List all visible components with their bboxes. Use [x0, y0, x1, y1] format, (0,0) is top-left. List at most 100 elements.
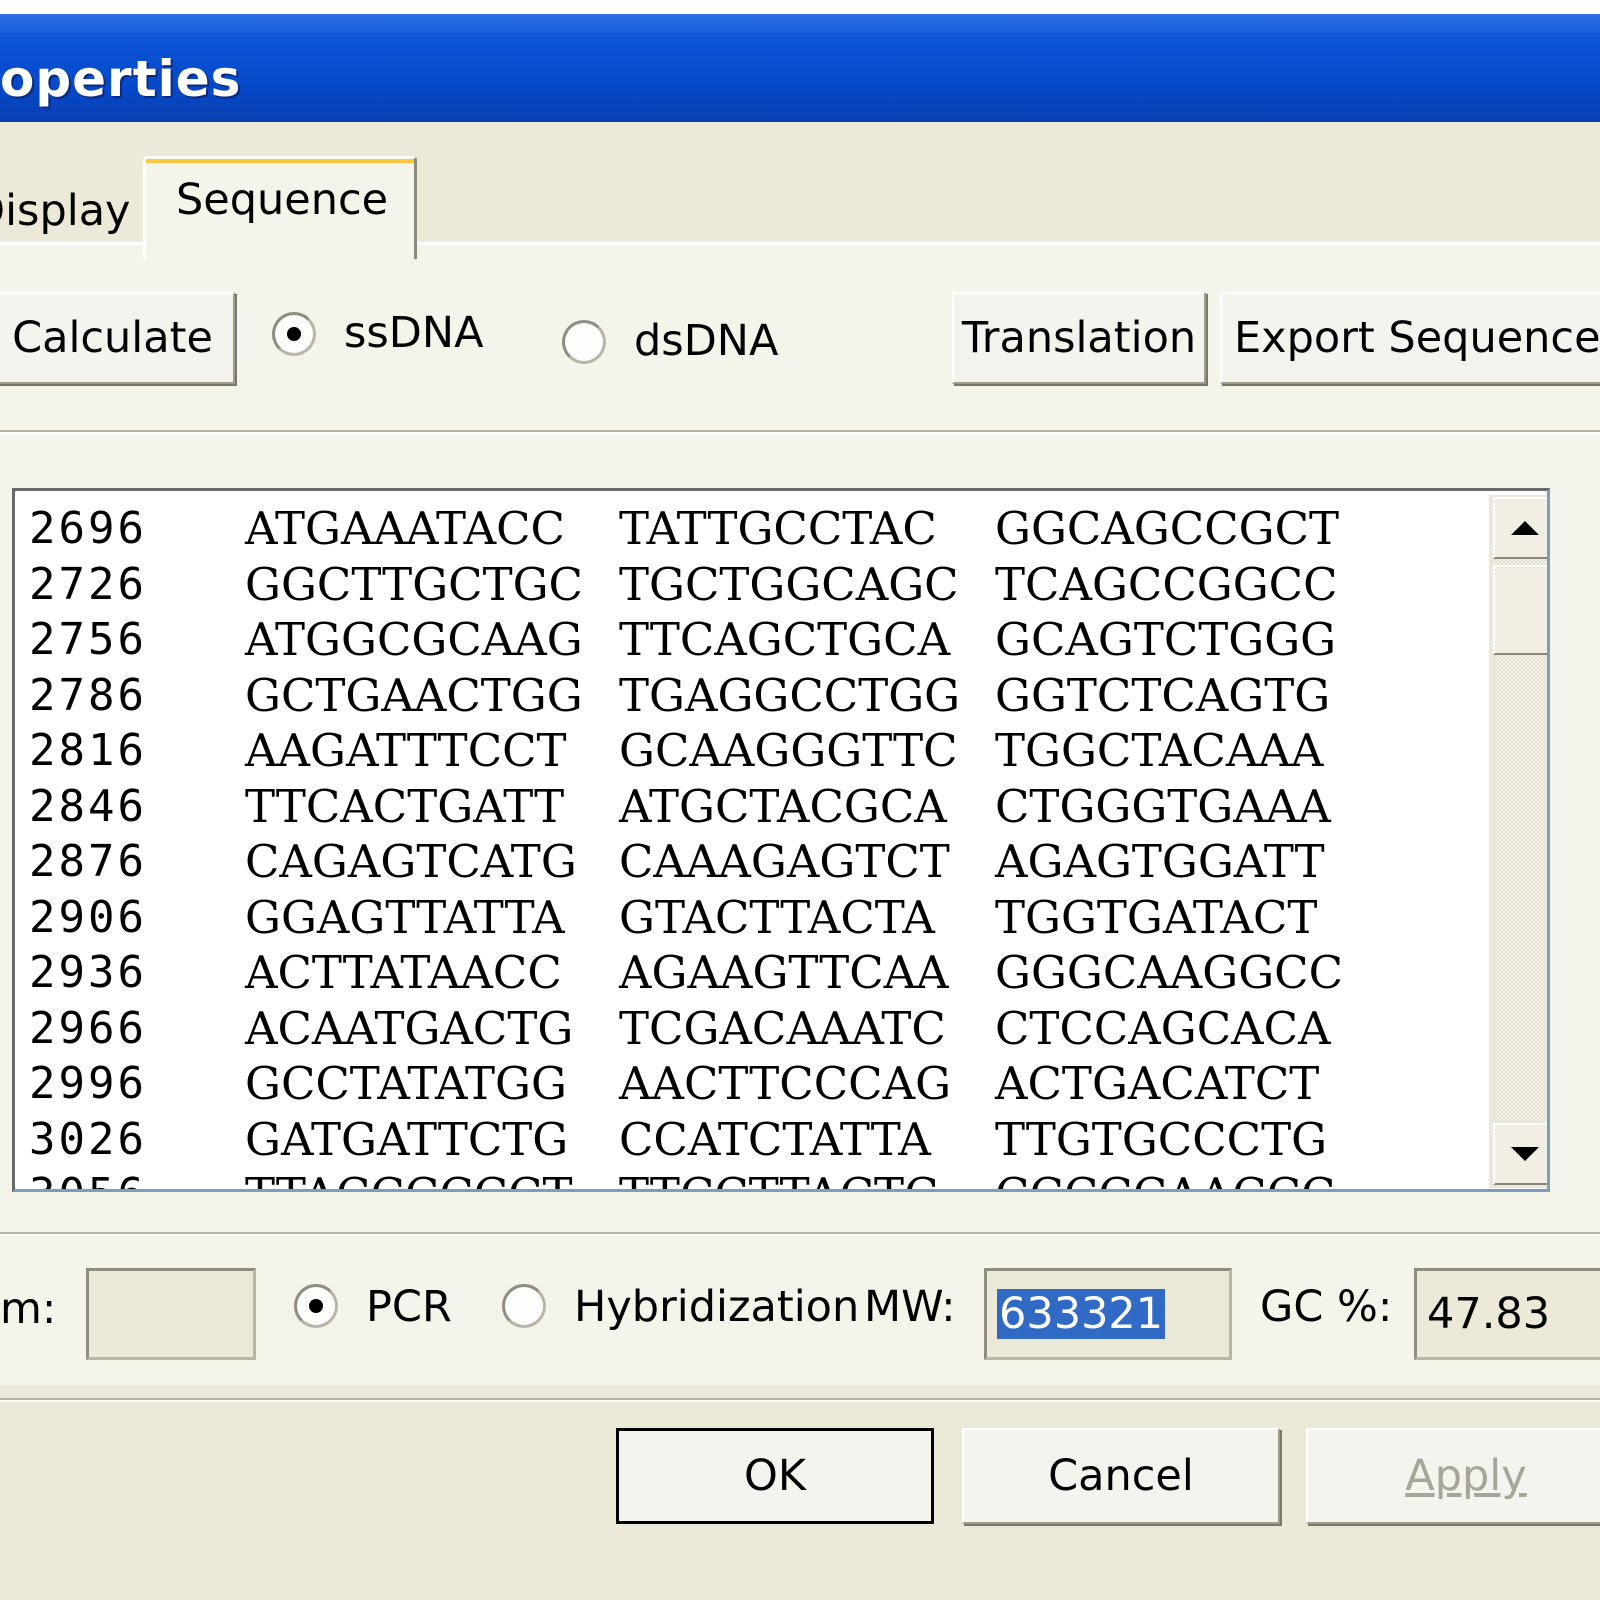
row-position: 2726 — [29, 558, 147, 610]
vertical-scrollbar[interactable] — [1489, 495, 1547, 1188]
top-strip — [0, 0, 1600, 14]
seq-group: AAGATTTCCT — [245, 724, 567, 777]
row-position: 2786 — [29, 669, 147, 721]
seq-group: ATGGCGCAAG — [245, 613, 583, 666]
ssdna-label[interactable]: ssDNA — [344, 308, 484, 358]
seq-group: CCATCTATTA — [619, 1112, 931, 1166]
sequence-row: 2876 CAGAGTCATG CAAAGAGTCT AGAGTGGATT — [29, 834, 1469, 890]
sequence-row: 3056 TTACCCCCCT TTCCTTACTC CCCCCAACCC — [29, 1167, 1469, 1189]
scroll-down-button[interactable] — [1493, 1123, 1547, 1185]
sequence-row: 2996 GCCTATATGG AACTTCCCAG ACTGACATCT — [29, 1056, 1469, 1112]
tm-label: m: — [0, 1284, 57, 1334]
title-bar[interactable]: operties — [0, 14, 1600, 122]
sequence-row: 2756 ATGGCGCAAG TTCAGCTGCA GCAGTCTGGG — [29, 612, 1469, 668]
seq-group: ATGCTACGCA — [619, 779, 947, 833]
translation-button[interactable]: Translation — [952, 292, 1206, 384]
seq-group: AGAGTGGATT — [995, 835, 1325, 888]
dsdna-radio[interactable] — [562, 320, 606, 364]
seq-group: GGCAGCCGCT — [995, 502, 1340, 555]
seq-group: TGGCTACAAA — [995, 724, 1324, 777]
mw-label: MW: — [864, 1282, 956, 1332]
hybridization-radio[interactable] — [502, 1284, 546, 1328]
row-position: 2816 — [29, 725, 147, 776]
sequence-row: 2936 ACTTATAACC AGAAGTTCAA GGGCAAGGCC — [29, 945, 1469, 1001]
cancel-button[interactable]: Cancel — [962, 1428, 1280, 1524]
ok-button[interactable]: OK — [616, 1428, 934, 1524]
seq-group: TGGTGATACT — [995, 890, 1318, 944]
seq-group: CTCCAGCACA — [995, 1001, 1331, 1055]
scroll-thumb[interactable] — [1493, 565, 1547, 655]
row-position: 2696 — [29, 503, 147, 554]
tab-sequence-label: Sequence — [176, 175, 389, 225]
sequence-row: 2966 ACAATGACTG TCGACAAATC CTCCAGCACA — [29, 1001, 1469, 1057]
tm-field[interactable] — [86, 1268, 256, 1360]
calculate-button[interactable]: Calculate — [0, 292, 235, 384]
seq-group: CAAAGAGTCT — [619, 835, 950, 888]
seq-group: TGCTGGCAGC — [619, 557, 959, 611]
seq-group: GGCTTGCTGC — [245, 557, 583, 611]
scroll-up-button[interactable] — [1493, 497, 1547, 559]
hybridization-label[interactable]: Hybridization — [574, 1282, 859, 1332]
seq-group: GGTCTCAGTG — [995, 668, 1331, 722]
seq-group: ACTGACATCT — [995, 1057, 1320, 1110]
seq-group: AACTTCCCAG — [619, 1057, 952, 1110]
seq-group: AGAAGTTCAA — [619, 946, 949, 999]
sequence-row: 2696 ATGAAATACC TATTGCCTAC GGCAGCCGCT — [29, 501, 1469, 557]
seq-group: TTCAGCTGCA — [619, 613, 951, 666]
seq-group: TTCACTGATT — [245, 779, 565, 833]
seq-group: GGAGTTATTA — [245, 890, 565, 944]
tab-sequence[interactable]: Sequence — [143, 156, 417, 259]
ssdna-radio[interactable] — [272, 312, 316, 356]
sequence-textbox[interactable]: 2696 ATGAAATACC TATTGCCTAC GGCAGCCGCT 2726 G… — [12, 488, 1550, 1192]
seq-group: ACTTATAACC — [245, 946, 562, 999]
row-position: 2996 — [29, 1058, 147, 1109]
sequence-row: 2726 GGCTTGCTGC TGCTGGCAGC TCAGCCGGCC — [29, 557, 1469, 613]
gc-label: GC %: — [1260, 1282, 1393, 1332]
seq-group: TTGTGCCCTG — [995, 1112, 1328, 1166]
seq-group: TTCCTTACTC — [619, 1167, 939, 1189]
row-position: 2906 — [29, 891, 147, 943]
seq-group: GGGCAAGGCC — [995, 946, 1344, 999]
separator-top-hl — [0, 432, 1600, 434]
separator-mid-hl — [0, 1234, 1600, 1236]
mw-value: 633321 — [997, 1289, 1166, 1339]
row-position: 3026 — [29, 1113, 147, 1165]
seq-group: TTACCCCCCT — [245, 1167, 573, 1189]
row-position: 2756 — [29, 614, 147, 665]
seq-group: ACAATGACTG — [245, 1001, 574, 1055]
sequence-lines: 2696 ATGAAATACC TATTGCCTAC GGCAGCCGCT 2726 G… — [29, 501, 1469, 1189]
seq-group: TGAGGCCTGG — [619, 668, 961, 722]
row-position: 2876 — [29, 836, 147, 887]
window-title: operties — [0, 50, 242, 108]
dsdna-label[interactable]: dsDNA — [634, 316, 778, 366]
apply-button[interactable]: Apply — [1306, 1428, 1600, 1524]
sequence-row: 2816 AAGATTTCCT GCAAGGGTTC TGGCTACAAA — [29, 723, 1469, 779]
sequence-row: 2846 TTCACTGATT ATGCTACGCA CTGGGTGAAA — [29, 779, 1469, 835]
separator-bottom-hl — [0, 1400, 1600, 1402]
gc-field[interactable]: 47.83 — [1414, 1268, 1600, 1360]
arrow-up-icon — [1511, 521, 1539, 535]
seq-group: TCAGCCGGCC — [995, 557, 1338, 611]
pcr-radio[interactable] — [294, 1284, 338, 1328]
seq-group: CAGAGTCATG — [245, 835, 577, 888]
seq-group: TATTGCCTAC — [619, 502, 937, 555]
pcr-label[interactable]: PCR — [366, 1282, 452, 1332]
seq-group: GTACTTACTA — [619, 890, 935, 944]
seq-group: TCGACAAATC — [619, 1001, 946, 1055]
seq-group: GCAGTCTGGG — [995, 613, 1337, 666]
mw-field[interactable]: 633321 — [984, 1268, 1232, 1360]
seq-group: GCAAGGGTTC — [619, 724, 958, 777]
seq-group: GCCTATATGG — [245, 1057, 567, 1110]
tab-display-label: Display — [0, 186, 131, 236]
arrow-down-icon — [1511, 1147, 1539, 1161]
sequence-row: 2786 GCTGAACTGG TGAGGCCTGG GGTCTCAGTG — [29, 668, 1469, 724]
seq-group: CTGGGTGAAA — [995, 779, 1331, 833]
row-position: 3056 — [29, 1167, 147, 1189]
export-sequence-button[interactable]: Export Sequence — [1220, 292, 1600, 384]
seq-group: CCCCCAACCC — [995, 1167, 1335, 1189]
row-position: 2936 — [29, 947, 147, 998]
seq-group: ATGAAATACC — [245, 502, 565, 555]
seq-group: GATGATTCTG — [245, 1112, 569, 1166]
row-position: 2966 — [29, 1002, 147, 1054]
sequence-row: 3026 GATGATTCTG CCATCTATTA TTGTGCCCTG — [29, 1112, 1469, 1168]
